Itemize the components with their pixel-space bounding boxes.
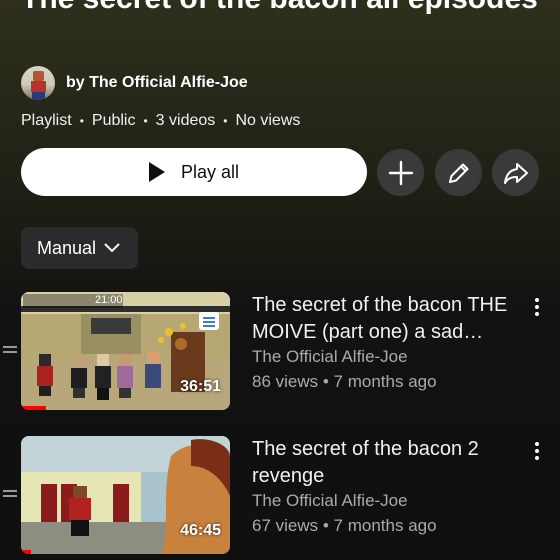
playlist-owner[interactable]: by The Official Alfie-Joe: [21, 66, 248, 100]
watch-progress-bar: [21, 406, 47, 410]
video-thumbnail[interactable]: 21:00 36:51: [21, 292, 230, 410]
sort-label: Manual: [37, 237, 97, 258]
meta-separator: •: [223, 114, 228, 128]
play-all-button[interactable]: Play all: [21, 148, 367, 196]
list-item[interactable]: 21:00 36:51 The secret of the bacon THE …: [0, 292, 560, 417]
meta-type: Playlist: [21, 112, 72, 129]
playlist-title: The secret of the bacon all episodes: [21, 0, 541, 19]
video-duration: 46:45: [180, 522, 221, 539]
drag-handle-icon[interactable]: [3, 346, 17, 354]
video-title[interactable]: The secret of the bacon 2 revenge: [252, 436, 527, 490]
list-item[interactable]: 46:45 The secret of the bacon 2 revenge …: [0, 436, 560, 560]
share-button[interactable]: [492, 149, 539, 196]
avatar[interactable]: [21, 66, 55, 100]
chevron-down-icon: [104, 243, 120, 253]
meta-visibility: Public: [91, 112, 136, 129]
drag-handle-icon[interactable]: [3, 490, 17, 498]
video-duration: 36:51: [180, 378, 221, 395]
video-stats: 67 views • 7 months ago: [252, 516, 437, 535]
video-channel[interactable]: The Official Alfie-Joe: [252, 347, 408, 367]
sort-dropdown[interactable]: Manual: [21, 227, 138, 269]
share-icon: [503, 162, 528, 184]
owner-name[interactable]: by The Official Alfie-Joe: [66, 74, 248, 92]
play-all-label: Play all: [180, 161, 240, 182]
video-channel[interactable]: The Official Alfie-Joe: [252, 491, 408, 511]
more-options-icon[interactable]: [535, 298, 541, 319]
add-to-button[interactable]: [377, 149, 424, 196]
video-title[interactable]: The secret of the bacon THE MOIVE (part …: [252, 292, 527, 346]
plus-icon: [388, 160, 413, 185]
playlist-meta: Playlist • Public • 3 videos • No views: [21, 112, 300, 130]
pencil-icon: [448, 163, 468, 183]
video-thumbnail[interactable]: 46:45: [21, 436, 230, 554]
play-icon: [148, 162, 165, 182]
edit-button[interactable]: [435, 149, 482, 196]
meta-video-count: 3 videos: [155, 112, 216, 129]
watch-progress-bar: [21, 550, 32, 554]
meta-separator: •: [143, 114, 148, 128]
meta-views: No views: [235, 112, 301, 129]
video-stats: 86 views • 7 months ago: [252, 372, 437, 391]
meta-separator: •: [79, 114, 84, 128]
overlay-time: 21:00: [95, 294, 123, 306]
more-options-icon[interactable]: [535, 442, 541, 463]
